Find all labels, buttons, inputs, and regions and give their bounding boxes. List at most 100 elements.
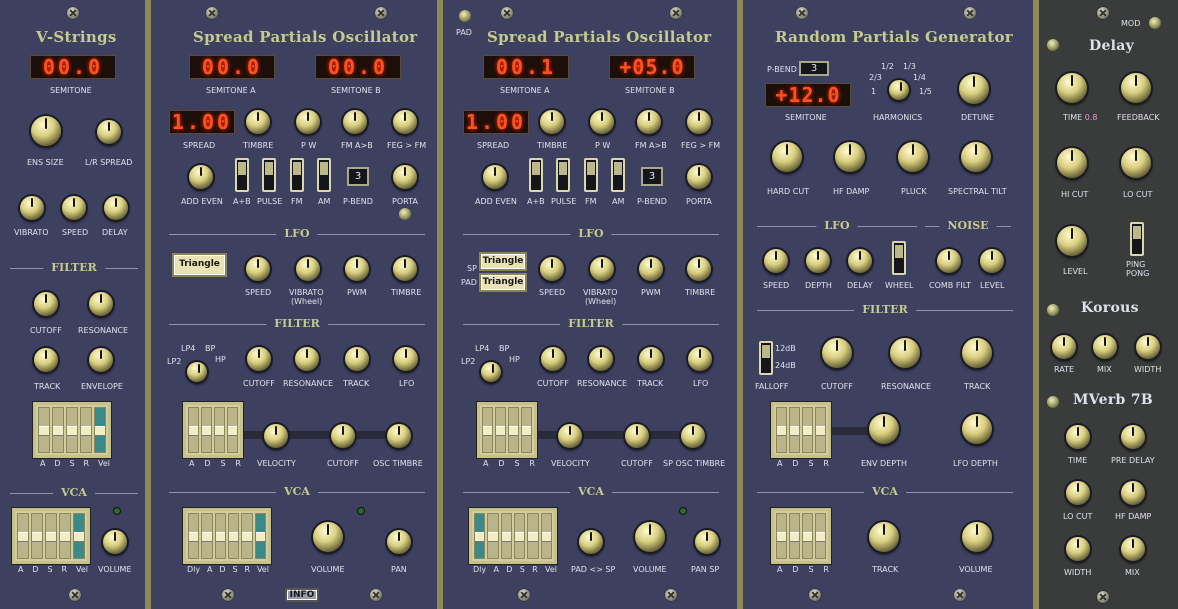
mverb-width-knob[interactable] bbox=[1066, 537, 1090, 561]
env-cutoff-knob[interactable] bbox=[331, 424, 355, 448]
ping-pong-switch[interactable] bbox=[1130, 222, 1144, 256]
volume-knob[interactable] bbox=[103, 530, 127, 554]
a-plus-b-switch[interactable] bbox=[529, 158, 543, 192]
feg-fm-knob[interactable] bbox=[393, 110, 417, 134]
cutoff-knob[interactable] bbox=[34, 292, 58, 316]
timbre-knob[interactable] bbox=[540, 110, 564, 134]
filter-cutoff-knob[interactable] bbox=[247, 347, 271, 371]
pwm-knob[interactable] bbox=[345, 257, 369, 281]
lfo-speed-knob[interactable] bbox=[764, 249, 788, 273]
noise-level-knob[interactable] bbox=[980, 249, 1004, 273]
filter-lfo-knob[interactable] bbox=[688, 347, 712, 371]
porta-lamp-icon[interactable] bbox=[399, 208, 411, 220]
volume-knob[interactable] bbox=[635, 522, 665, 552]
feg-fm-knob[interactable] bbox=[687, 110, 711, 134]
lo-cut-knob[interactable] bbox=[1121, 148, 1151, 178]
speed-knob[interactable] bbox=[62, 196, 86, 220]
mverb-power-lamp-icon[interactable] bbox=[1047, 396, 1059, 408]
delay-knob[interactable] bbox=[104, 196, 128, 220]
lfo-delay-knob[interactable] bbox=[848, 249, 872, 273]
wheel-switch[interactable] bbox=[892, 241, 906, 275]
a-plus-b-switch[interactable] bbox=[235, 158, 249, 192]
vibrato-knob[interactable] bbox=[20, 196, 44, 220]
pad-lfo-waveform-button[interactable]: Triangle bbox=[479, 273, 527, 292]
velocity-knob[interactable] bbox=[558, 424, 582, 448]
lfo-vibrato-knob[interactable] bbox=[296, 257, 320, 281]
comb-filt-knob[interactable] bbox=[937, 249, 961, 273]
lfo-depth-knob[interactable] bbox=[962, 414, 992, 444]
resonance-knob[interactable] bbox=[89, 292, 113, 316]
lfo-vibrato-knob[interactable] bbox=[590, 257, 614, 281]
hi-cut-knob[interactable] bbox=[1057, 148, 1087, 178]
filter-resonance-knob[interactable] bbox=[890, 338, 920, 368]
velocity-knob[interactable] bbox=[264, 424, 288, 448]
hf-damp-knob[interactable] bbox=[835, 142, 865, 172]
filter-track-knob[interactable] bbox=[345, 347, 369, 371]
harmonics-selector[interactable] bbox=[889, 80, 909, 100]
envelope-knob[interactable] bbox=[89, 348, 113, 372]
detune-knob[interactable] bbox=[959, 74, 989, 104]
mod-lamp-icon[interactable] bbox=[1149, 17, 1161, 29]
pad-lamp-icon[interactable] bbox=[459, 10, 471, 22]
fm-a-b-knob[interactable] bbox=[343, 110, 367, 134]
filter-track-knob[interactable] bbox=[962, 338, 992, 368]
hard-cut-knob[interactable] bbox=[772, 142, 802, 172]
delay-time-knob[interactable] bbox=[1057, 73, 1087, 103]
osc-timbre-knob[interactable] bbox=[387, 424, 411, 448]
lfo-waveform-button[interactable]: Triangle bbox=[172, 253, 227, 277]
am-switch[interactable] bbox=[611, 158, 625, 192]
env-depth-knob[interactable] bbox=[869, 414, 899, 444]
lr-spread-knob[interactable] bbox=[97, 120, 121, 144]
pan-knob[interactable] bbox=[387, 530, 411, 554]
filter-cutoff-knob[interactable] bbox=[822, 338, 852, 368]
spectral-tilt-knob[interactable] bbox=[961, 142, 991, 172]
vca-adsr-sliders[interactable] bbox=[12, 508, 90, 564]
pitch-bend-display[interactable]: 3 bbox=[641, 167, 663, 186]
korous-rate-knob[interactable] bbox=[1052, 335, 1076, 359]
vca-adsr-sliders[interactable] bbox=[183, 508, 271, 564]
pan-sp-knob[interactable] bbox=[695, 530, 719, 554]
filter-resonance-knob[interactable] bbox=[295, 347, 319, 371]
filter-type-selector[interactable] bbox=[187, 362, 207, 382]
lfo-depth-knob[interactable] bbox=[806, 249, 830, 273]
falloff-switch[interactable] bbox=[759, 341, 773, 375]
pitch-bend-display[interactable]: 3 bbox=[347, 167, 369, 186]
fm-switch[interactable] bbox=[290, 158, 304, 192]
volume-knob[interactable] bbox=[962, 522, 992, 552]
filter-adsr-sliders[interactable] bbox=[183, 402, 243, 458]
vca-adsr-sliders[interactable] bbox=[469, 508, 557, 564]
fm-switch[interactable] bbox=[584, 158, 598, 192]
env-cutoff-knob[interactable] bbox=[625, 424, 649, 448]
filter-adsr-sliders[interactable] bbox=[771, 402, 831, 458]
delay-level-knob[interactable] bbox=[1057, 226, 1087, 256]
korous-mix-knob[interactable] bbox=[1093, 335, 1117, 359]
mverb-mix-knob[interactable] bbox=[1121, 537, 1145, 561]
volume-knob[interactable] bbox=[313, 522, 343, 552]
timbre-knob[interactable] bbox=[246, 110, 270, 134]
am-switch[interactable] bbox=[317, 158, 331, 192]
porta-knob[interactable] bbox=[687, 165, 711, 189]
lfo-speed-knob[interactable] bbox=[246, 257, 270, 281]
delay-power-lamp-icon[interactable] bbox=[1047, 39, 1059, 51]
filter-adsr-sliders[interactable] bbox=[477, 402, 537, 458]
lfo-timbre-knob[interactable] bbox=[393, 257, 417, 281]
pulse-switch[interactable] bbox=[556, 158, 570, 192]
korous-width-knob[interactable] bbox=[1136, 335, 1160, 359]
mverb-hf-damp-knob[interactable] bbox=[1121, 481, 1145, 505]
filter-type-selector[interactable] bbox=[481, 362, 501, 382]
pre-delay-knob[interactable] bbox=[1121, 425, 1145, 449]
feedback-knob[interactable] bbox=[1121, 73, 1151, 103]
filter-lfo-knob[interactable] bbox=[394, 347, 418, 371]
porta-knob[interactable] bbox=[393, 165, 417, 189]
lfo-speed-knob[interactable] bbox=[540, 257, 564, 281]
add-even-knob[interactable] bbox=[189, 165, 213, 189]
mverb-time-knob[interactable] bbox=[1066, 425, 1090, 449]
pwm-knob[interactable] bbox=[639, 257, 663, 281]
pw-knob[interactable] bbox=[590, 110, 614, 134]
filter-resonance-knob[interactable] bbox=[589, 347, 613, 371]
fm-a-b-knob[interactable] bbox=[637, 110, 661, 134]
sp-osc-timbre-knob[interactable] bbox=[681, 424, 705, 448]
lfo-timbre-knob[interactable] bbox=[687, 257, 711, 281]
vca-adsr-sliders[interactable] bbox=[771, 508, 831, 564]
vca-track-knob[interactable] bbox=[869, 522, 899, 552]
